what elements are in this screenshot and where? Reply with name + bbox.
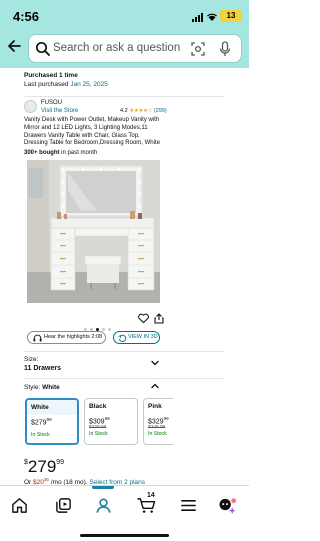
status-bar: 4:56 13 [0, 0, 249, 30]
bought-in-past-month: 300+ bought in past month [24, 150, 98, 156]
main-price: $27999 [24, 457, 65, 476]
rotate-3d-icon [118, 334, 127, 342]
style-option-name: White [27, 400, 77, 415]
stock-status: In Stock [89, 431, 108, 438]
library-icon[interactable] [55, 497, 72, 514]
chevron-down-icon[interactable] [151, 359, 159, 367]
style-option-name: Pink [148, 403, 162, 410]
review-count[interactable]: (299) [154, 108, 167, 114]
purchase-history: Purchased 1 time Last purchased Jan 25, … [24, 72, 224, 88]
stock-status: In Stock [31, 432, 50, 439]
size-label: Size: [24, 356, 39, 363]
cart-count: 14 [147, 492, 155, 499]
search-icon [35, 41, 50, 56]
style-option-price: $30999 [89, 416, 110, 426]
clock: 4:56 [13, 9, 40, 24]
list-price: $349.99 [148, 425, 166, 431]
product-title: Vanity Desk with Power Outlet, Makeup Va… [24, 117, 160, 147]
list-price: $329.99 [89, 425, 107, 431]
brand-logo[interactable] [24, 100, 37, 113]
wifi-icon [207, 13, 217, 21]
back-arrow-icon[interactable] [6, 38, 22, 54]
rating-summary[interactable]: 4.2 ★★★★☆ (299) [120, 108, 167, 114]
divider [24, 351, 224, 352]
home-indicator [80, 534, 169, 537]
style-option-black[interactable]: Black $30999 $329.99 In Stock [84, 398, 138, 445]
visit-store-link[interactable]: Visit the Store [41, 108, 78, 114]
active-tab-indicator [92, 486, 114, 489]
battery-icon: 13 [220, 10, 242, 22]
app-header: 4:56 13 Search or ask a question [0, 0, 249, 68]
product-image[interactable] [27, 160, 160, 303]
divider [24, 96, 224, 97]
hear-highlights-button[interactable]: Hear the highlights 2:08 [27, 331, 106, 344]
camera-search-icon[interactable] [191, 42, 205, 56]
style-selected-value: White [42, 384, 60, 391]
last-purchased-date-link[interactable]: Jan 25, 2025 [70, 81, 108, 88]
headphones-icon [33, 334, 42, 342]
rufus-assistant-icon[interactable] [218, 497, 238, 514]
search-bar[interactable]: Search or ask a question [28, 34, 242, 63]
purchase-count: Purchased 1 time [24, 72, 78, 79]
search-placeholder[interactable]: Search or ask a question [53, 42, 180, 54]
carousel-dot[interactable] [108, 328, 111, 331]
carousel-dot[interactable] [102, 328, 105, 331]
heart-icon[interactable] [138, 313, 149, 324]
account-icon[interactable] [95, 497, 112, 514]
star-rating-icon: ★★★★☆ [129, 108, 153, 114]
size-selected-value[interactable]: 11 Drawers [24, 365, 61, 372]
style-option-price: $27999 [31, 417, 52, 427]
style-option-name: Black [89, 403, 107, 410]
chevron-up-icon[interactable] [151, 382, 159, 390]
brand-name: FUSOU [41, 100, 62, 106]
menu-icon[interactable] [180, 497, 197, 514]
last-purchased: Last purchased Jan 25, 2025 [24, 81, 108, 88]
style-option-white[interactable]: White $27999 In Stock [25, 398, 79, 445]
signal-icon [192, 13, 204, 22]
rating-value: 4.2 [120, 108, 128, 114]
bottom-nav: 14 [0, 485, 249, 541]
style-option-pink[interactable]: Pink $32999 $349.99 In Stock [143, 398, 173, 445]
divider [24, 378, 224, 379]
home-icon[interactable] [11, 497, 28, 514]
share-icon[interactable] [154, 313, 164, 324]
stock-status: In Stock [148, 431, 167, 438]
microphone-icon[interactable] [219, 41, 231, 57]
style-label: Style: White [24, 384, 60, 391]
cart-icon[interactable] [136, 497, 156, 514]
view-in-3d-button[interactable]: VIEW IN 3D [113, 331, 160, 344]
style-option-price: $32999 [148, 416, 169, 426]
